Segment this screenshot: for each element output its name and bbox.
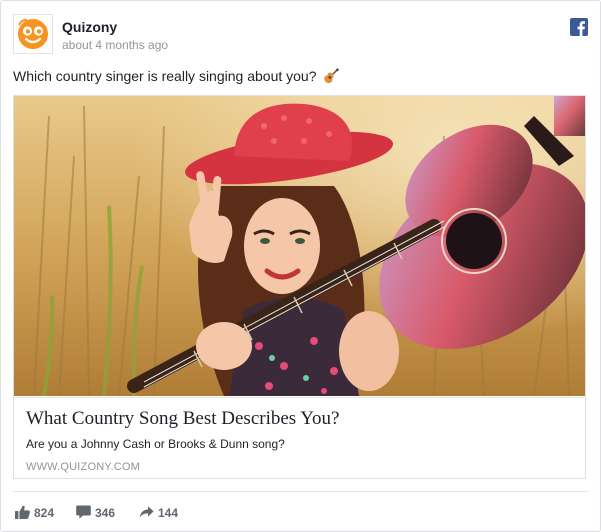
link-preview-title[interactable]: What Country Song Best Describes You? — [26, 408, 339, 430]
link-preview-description: Are you a Johnny Cash or Brooks & Dunn s… — [26, 437, 285, 451]
post-message: Which country singer is really singing a… — [13, 67, 340, 85]
guitar-emoji-icon — [324, 68, 340, 84]
comments-count[interactable]: 346 — [76, 504, 128, 522]
post-message-text: Which country singer is really singing a… — [13, 68, 317, 84]
stats-divider — [13, 491, 588, 492]
page-name-link[interactable]: Quizony — [62, 19, 117, 35]
quizony-logo-icon — [18, 18, 48, 49]
post-header: Quizony about 4 months ago — [13, 14, 588, 58]
link-preview-image[interactable] — [14, 96, 585, 396]
facebook-logo-icon[interactable] — [570, 18, 588, 36]
share-arrow-icon — [139, 506, 154, 518]
likes-count[interactable]: 824 — [15, 504, 65, 522]
shares-count-value: 144 — [158, 506, 179, 520]
link-preview-domain: WWW.QUIZONY.COM — [26, 461, 141, 473]
link-preview-info[interactable]: What Country Song Best Describes You? Ar… — [14, 397, 585, 478]
post-timestamp[interactable]: about 4 months ago — [62, 38, 168, 52]
shares-count[interactable]: 144 — [139, 504, 189, 522]
page-avatar[interactable] — [13, 14, 53, 54]
thumbs-up-icon — [15, 505, 30, 519]
link-preview-card[interactable]: What Country Song Best Describes You? Ar… — [13, 95, 586, 479]
likes-count-value: 824 — [34, 506, 55, 520]
facebook-post-card: Quizony about 4 months ago Which country… — [0, 0, 601, 532]
comment-icon — [76, 505, 91, 519]
comments-count-value: 346 — [95, 506, 116, 520]
